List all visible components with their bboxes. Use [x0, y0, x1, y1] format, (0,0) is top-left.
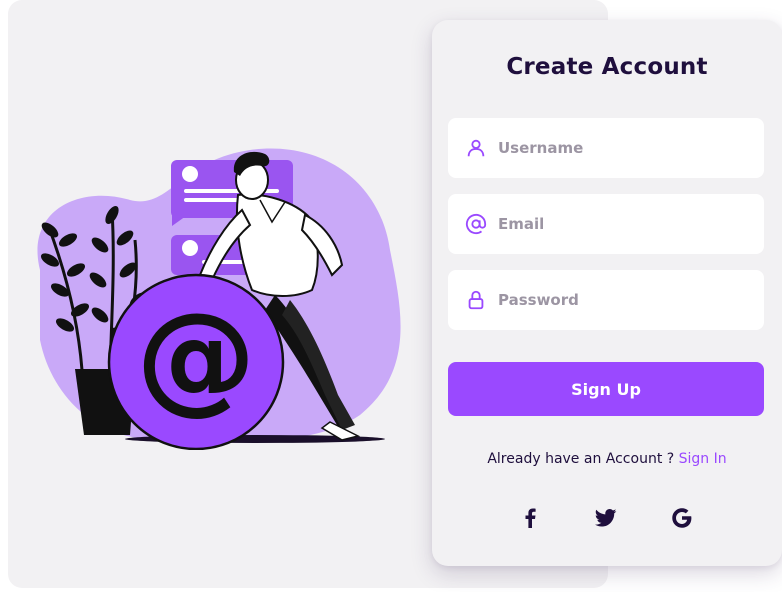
email-illustration: @	[37, 148, 401, 450]
password-field[interactable]	[448, 270, 764, 330]
google-icon[interactable]	[670, 506, 694, 530]
facebook-icon[interactable]	[518, 506, 542, 530]
social-login-row	[432, 506, 782, 530]
signin-prompt: Already have an Account ? Sign In	[432, 451, 782, 467]
email-field[interactable]	[448, 194, 764, 254]
sign-up-button[interactable]: Sign Up	[448, 362, 764, 416]
sign-in-link[interactable]: Sign In	[679, 451, 727, 467]
at-sign-icon	[464, 212, 488, 236]
form-title: Create Account	[506, 54, 708, 80]
lock-icon	[464, 288, 488, 312]
signup-card: Create Account Sign Up Alre	[432, 20, 782, 566]
user-icon	[464, 136, 488, 160]
at-sign-circle-icon: @	[107, 273, 285, 450]
twitter-icon[interactable]	[594, 506, 618, 530]
signin-prompt-text: Already have an Account ?	[487, 451, 675, 467]
svg-text:@: @	[136, 288, 256, 427]
username-field[interactable]	[448, 118, 764, 178]
password-input[interactable]	[498, 291, 758, 309]
email-input[interactable]	[498, 215, 758, 233]
username-input[interactable]	[498, 139, 758, 157]
